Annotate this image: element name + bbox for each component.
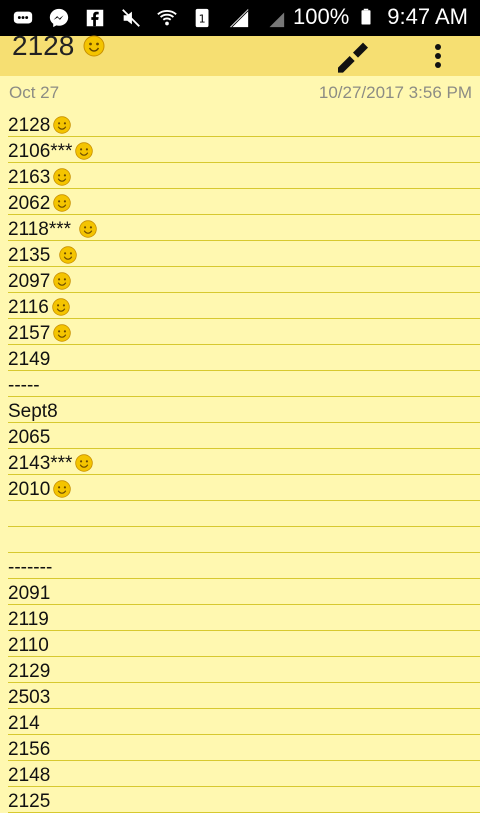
note-line[interactable]: Sept8: [8, 397, 480, 423]
note-line[interactable]: 2163: [8, 163, 480, 189]
sim-icon: 1: [192, 7, 214, 29]
note-timestamp: 10/27/2017 3:56 PM: [318, 83, 472, 102]
note-line[interactable]: 2156: [8, 735, 480, 761]
smile-icon: [58, 245, 78, 265]
note-line[interactable]: 214: [8, 709, 480, 735]
smile-icon: [82, 30, 106, 61]
note-line[interactable]: 2110: [8, 631, 480, 657]
note-title[interactable]: 2128: [12, 30, 106, 62]
smile-icon: [52, 167, 72, 187]
note-line-text: 2157: [8, 323, 51, 344]
note-line[interactable]: 2503: [8, 683, 480, 709]
note-line-text: 2091: [8, 583, 51, 604]
note-line[interactable]: [8, 501, 480, 527]
signal-icon: [228, 7, 250, 29]
note-line-text: 2156: [8, 739, 51, 760]
note-line[interactable]: 2149: [8, 345, 480, 371]
note-line-text: 2116: [8, 297, 49, 318]
mute-icon: [120, 7, 142, 29]
note-body[interactable]: 2128 2106*** 2163 2062 2118*** 2135 2097 2116…: [0, 111, 480, 813]
clock: 9:47 AM: [387, 4, 468, 29]
signal2-icon: [264, 7, 286, 29]
note-line-text: -----: [8, 375, 40, 396]
note-line-text: 2106***: [8, 141, 73, 162]
note-line[interactable]: 2157: [8, 319, 480, 345]
status-right: 100% 9:47 AM: [293, 4, 468, 30]
note-line[interactable]: 2118***: [8, 215, 480, 241]
note-line-text: 2118***: [8, 219, 77, 240]
note-line-text: 2097: [8, 271, 51, 292]
note-line[interactable]: 2062: [8, 189, 480, 215]
note-line-text: 2135: [8, 245, 56, 266]
note-line[interactable]: 2116: [8, 293, 480, 319]
app-bar: 2128: [0, 30, 480, 76]
smile-icon: [51, 297, 71, 317]
note-line-text: 2129: [8, 661, 51, 682]
messenger-icon: [48, 7, 70, 29]
note-line-text: 2143***: [8, 453, 73, 474]
status-left-icons: 1: [12, 7, 286, 29]
note-line-text: 2503: [8, 687, 51, 708]
note-line[interactable]: 2143***: [8, 449, 480, 475]
note-line-text: 2125: [8, 791, 51, 812]
note-line[interactable]: 2010: [8, 475, 480, 501]
edit-button[interactable]: [333, 36, 373, 76]
note-line[interactable]: 2097: [8, 267, 480, 293]
smile-icon: [74, 141, 94, 161]
smile-icon: [52, 271, 72, 291]
note-line[interactable]: [8, 527, 480, 553]
note-line-text: 2119: [8, 609, 49, 630]
svg-text:1: 1: [199, 13, 206, 26]
battery-percent: 100%: [293, 4, 350, 29]
note-line-text: 2163: [8, 167, 51, 188]
note-line-text: 214: [8, 713, 40, 734]
note-line[interactable]: 2148: [8, 761, 480, 787]
more-options-button[interactable]: [420, 36, 456, 76]
note-line[interactable]: 2091: [8, 579, 480, 605]
note-meta: Oct 27 10/27/2017 3:56 PM: [0, 76, 480, 116]
facebook-icon: [84, 7, 106, 29]
battery-icon: [357, 6, 379, 28]
title-text: 2128: [12, 30, 75, 61]
note-line-text: -------: [8, 557, 53, 578]
note-line[interactable]: 2065: [8, 423, 480, 449]
note-line[interactable]: 2129: [8, 657, 480, 683]
note-line[interactable]: 2119: [8, 605, 480, 631]
note-line-text: 2010: [8, 479, 51, 500]
note-line-text: 2149: [8, 349, 51, 370]
note-line[interactable]: 2135: [8, 241, 480, 267]
note-line-text: 2148: [8, 765, 51, 786]
note-line[interactable]: -------: [8, 553, 480, 579]
smile-icon: [52, 193, 72, 213]
smile-icon: [74, 453, 94, 473]
note-line[interactable]: -----: [8, 371, 480, 397]
smile-icon: [52, 115, 72, 135]
note-line-text: 2062: [8, 193, 51, 214]
note-line-text: 2065: [8, 427, 51, 448]
chat-icon: [12, 7, 34, 29]
note-line[interactable]: 2128: [8, 111, 480, 137]
note-date: Oct 27: [9, 83, 60, 102]
note-line-text: Sept8: [8, 401, 58, 422]
smile-icon: [52, 479, 72, 499]
smile-icon: [52, 323, 72, 343]
note-line-text: 2110: [8, 635, 49, 656]
smile-icon: [78, 219, 98, 239]
note-line-text: 2128: [8, 115, 51, 136]
note-line[interactable]: 2125: [8, 787, 480, 813]
note-line[interactable]: 2106***: [8, 137, 480, 163]
wifi-icon: [156, 7, 178, 29]
